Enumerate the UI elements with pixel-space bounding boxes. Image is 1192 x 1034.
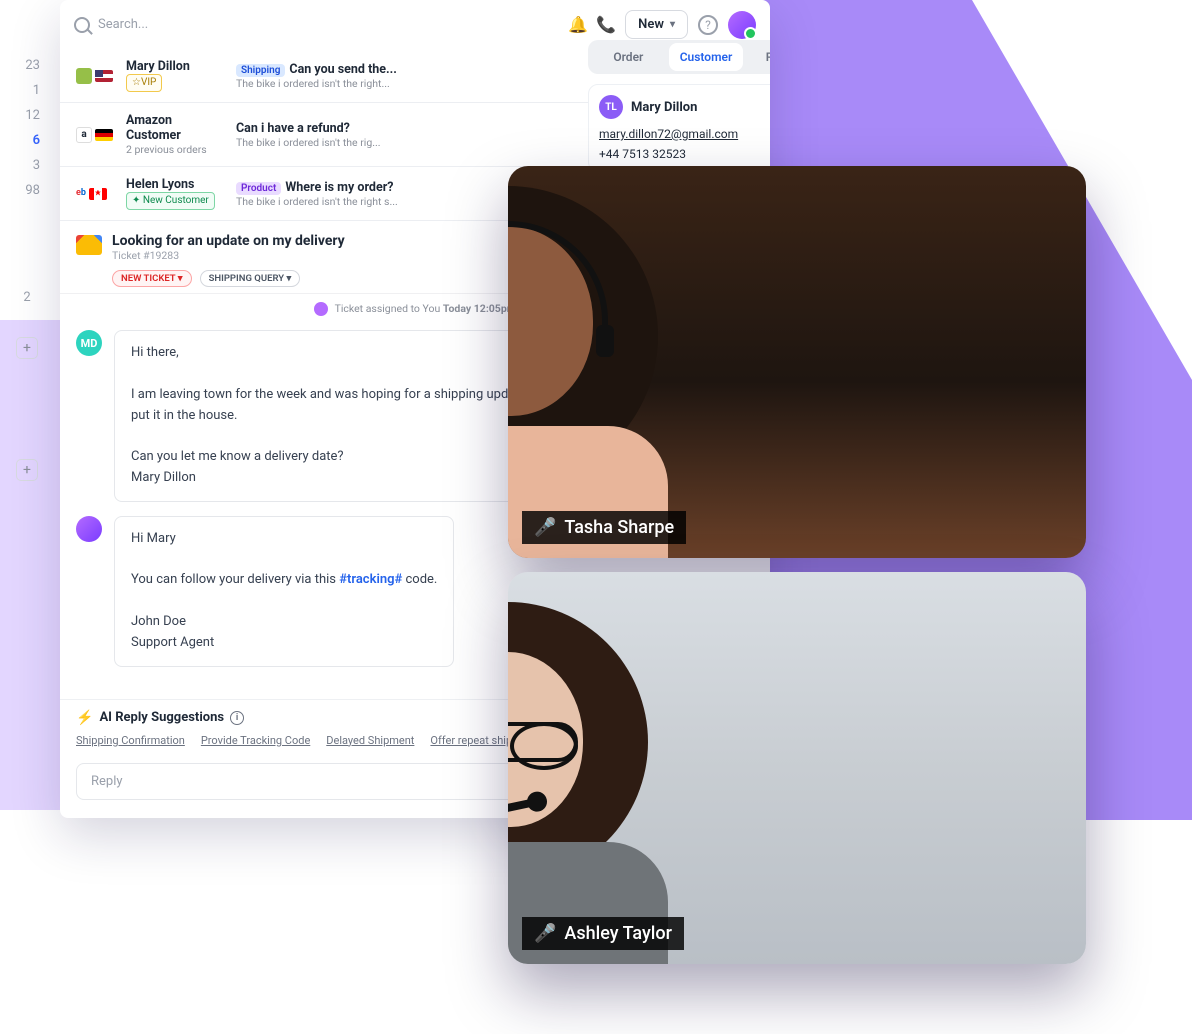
new-ticket-chip[interactable]: NEW TICKET ▾ — [112, 270, 192, 287]
customer-sub: 2 previous orders — [126, 143, 226, 156]
agent-avatar-icon — [314, 302, 328, 316]
video-participant-1: 🎤 Tasha Sharpe — [508, 166, 1086, 558]
user-avatar[interactable] — [728, 11, 756, 39]
bolt-icon: ⚡ — [76, 710, 93, 726]
count-23[interactable]: 23 — [25, 58, 40, 73]
ai-suggestion[interactable]: Shipping Confirmation — [76, 734, 185, 747]
customer-avatar: MD — [76, 330, 102, 356]
product-tag: Product — [236, 182, 281, 195]
bell-icon[interactable]: 🔔 — [569, 16, 587, 34]
ticket-title: Looking for an update on my delivery — [112, 233, 570, 249]
count-2[interactable]: 2 — [23, 290, 30, 305]
ai-heading: AI Reply Suggestions — [99, 710, 224, 725]
info-icon[interactable]: i — [230, 711, 244, 725]
add-folder-button[interactable]: + — [16, 337, 38, 359]
customer-initials: TL — [599, 95, 623, 119]
search-icon — [74, 17, 90, 33]
video-participant-2: 🎤 Ashley Taylor — [508, 572, 1086, 964]
customer-name: Amazon Customer — [126, 113, 226, 143]
gmail-icon — [76, 235, 102, 255]
ticket-preview: The bike i ordered isn't the rig... — [236, 136, 592, 149]
tracking-link[interactable]: #tracking# — [339, 572, 402, 587]
count-98[interactable]: 98 — [25, 183, 40, 198]
customer-name: Mary Dillon — [126, 59, 226, 74]
count-3[interactable]: 3 — [33, 158, 40, 173]
tab-order[interactable]: Order — [591, 43, 666, 71]
customer-email[interactable]: mary.dillon72@gmail.com — [599, 127, 770, 141]
ai-suggestion[interactable]: Provide Tracking Code — [201, 734, 310, 747]
agent-message: Hi Mary You can follow your delivery via… — [114, 516, 454, 667]
new-customer-badge: ✦ New Customer — [126, 192, 215, 210]
ticket-preview: The bike i ordered isn't the right... — [236, 77, 592, 90]
phone-icon[interactable]: 📞 — [597, 16, 615, 34]
agent-avatar — [76, 516, 102, 542]
customer-phone: +44 7513 32523 — [599, 147, 770, 161]
flag-us-icon — [95, 70, 113, 82]
shopify-icon — [76, 68, 92, 84]
help-icon[interactable]: ? — [698, 15, 718, 35]
participant-name: Ashley Taylor — [564, 923, 672, 944]
ticket-number: Ticket #19283 — [112, 249, 570, 262]
shipping-tag: Shipping — [236, 64, 285, 77]
participant-name: Tasha Sharpe — [564, 517, 674, 538]
tab-customer[interactable]: Customer — [669, 43, 744, 71]
chevron-down-icon: ▾ — [670, 19, 675, 30]
add-folder-button-2[interactable]: + — [16, 459, 38, 481]
customer-name: Helen Lyons — [126, 177, 226, 192]
count-6[interactable]: 6 — [33, 133, 40, 148]
flag-de-icon — [95, 129, 113, 141]
tab-return[interactable]: Return — [746, 43, 770, 71]
customer-name: Mary Dillon — [631, 100, 697, 115]
mic-muted-icon: 🎤 — [534, 517, 556, 538]
shipping-query-chip[interactable]: SHIPPING QUERY ▾ — [200, 270, 301, 287]
ticket-title: Can i have a refund? — [236, 121, 592, 136]
mic-muted-icon: 🎤 — [534, 923, 556, 944]
count-12[interactable]: 12 — [25, 108, 40, 123]
search-input[interactable]: Search... — [98, 17, 148, 32]
count-1[interactable]: 1 — [33, 83, 40, 98]
new-button[interactable]: New▾ — [625, 10, 688, 39]
ebay-icon: eb — [76, 189, 86, 198]
customer-card: TL Mary Dillon ⋮ mary.dillon72@gmail.com… — [588, 84, 770, 172]
ai-suggestion[interactable]: Delayed Shipment — [326, 734, 414, 747]
amazon-icon: a — [76, 127, 92, 143]
vip-badge: ☆VIP — [126, 74, 162, 92]
flag-ca-icon — [89, 188, 107, 200]
